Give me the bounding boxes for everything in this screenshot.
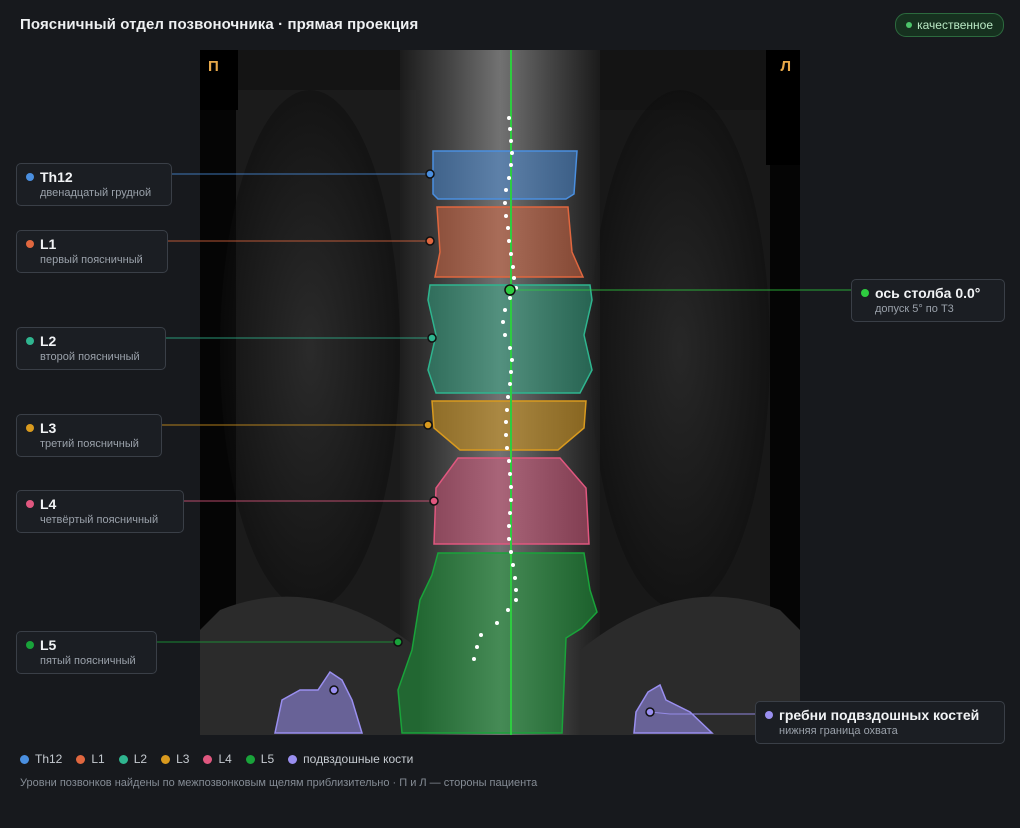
quality-label: качественное: [917, 18, 993, 32]
status-dot-icon: [906, 22, 913, 28]
l5-dot-icon: [26, 641, 34, 649]
ilium-name: гребни подвздошных костей: [779, 707, 980, 723]
legend-label: подвздошные кости: [303, 752, 414, 766]
ilium-legend-dot-icon: [288, 754, 298, 764]
xray-image: [200, 50, 800, 735]
callout-l4[interactable]: L4 четвёртый поясничный: [16, 490, 184, 533]
th12-legend-dot-icon: [20, 754, 29, 764]
l2-name: L2: [40, 333, 57, 349]
legend-item-l5[interactable]: L5: [245, 752, 275, 766]
legend-item-l1[interactable]: L1: [76, 752, 105, 766]
l1-name: L1: [40, 236, 57, 252]
l4-legend-dot-icon: [203, 754, 213, 764]
th12-dot-icon: [26, 173, 34, 181]
th12-desc: двенадцатый грудной: [40, 187, 152, 199]
callout-th12[interactable]: Th12 двенадцатый грудной: [16, 163, 172, 206]
footnote: Уровни позвонков найдены по межпозвонков…: [20, 777, 538, 789]
callout-l2[interactable]: L2 второй поясничный: [16, 327, 166, 370]
quality-badge: качественное: [895, 13, 1004, 37]
side-marker-left: Л: [780, 58, 791, 75]
l3-name: L3: [40, 420, 57, 436]
xray-viewer[interactable]: П Л: [200, 50, 800, 735]
callout-axis[interactable]: ось столба 0.0° допуск 5° по T3: [851, 279, 1005, 322]
l1-dot-icon: [26, 240, 34, 248]
axis-desc: допуск 5° по T3: [875, 303, 954, 315]
l1-desc: первый поясничный: [40, 254, 143, 266]
legend-label: L5: [260, 752, 275, 766]
l2-dot-icon: [26, 337, 34, 345]
legend-item-l3[interactable]: L3: [161, 752, 189, 766]
l3-legend-dot-icon: [161, 754, 171, 764]
th12-name: Th12: [40, 169, 73, 185]
legend-item-ilium[interactable]: подвздошные кости: [288, 752, 413, 766]
l4-dot-icon: [26, 500, 34, 508]
legend-label: Th12: [35, 752, 63, 766]
ilium-dot-icon: [765, 711, 773, 719]
axis-dot-icon: [861, 289, 869, 297]
legend-label: L1: [91, 752, 105, 766]
callout-ilium[interactable]: гребни подвздошных костей нижняя граница…: [755, 701, 1005, 744]
legend-label: L2: [133, 752, 148, 766]
legend-item-th12[interactable]: Th12: [20, 752, 62, 766]
side-marker-right: П: [208, 58, 219, 75]
l3-dot-icon: [26, 424, 34, 432]
l3-desc: третий поясничный: [40, 438, 139, 450]
l5-legend-dot-icon: [245, 754, 255, 764]
legend: Th12 L1 L2 L3 L4 L5 подвздошные кости: [20, 752, 413, 766]
l1-legend-dot-icon: [76, 754, 86, 764]
l4-desc: четвёртый поясничный: [40, 514, 159, 526]
callout-l5[interactable]: L5 пятый поясничный: [16, 631, 157, 674]
l5-name: L5: [40, 637, 57, 653]
l4-name: L4: [40, 496, 57, 512]
legend-label: L3: [176, 752, 190, 766]
l2-desc: второй поясничный: [40, 351, 140, 363]
page-title: Поясничный отдел позвоночника · прямая п…: [20, 16, 419, 33]
l2-legend-dot-icon: [118, 754, 128, 764]
legend-item-l4[interactable]: L4: [203, 752, 232, 766]
legend-label: L4: [218, 752, 232, 766]
axis-name: ось столба 0.0°: [875, 285, 981, 301]
legend-item-l2[interactable]: L2: [118, 752, 148, 766]
l5-desc: пятый поясничный: [40, 655, 136, 667]
ilium-desc: нижняя граница охвата: [779, 725, 898, 737]
callout-l3[interactable]: L3 третий поясничный: [16, 414, 162, 457]
callout-l1[interactable]: L1 первый поясничный: [16, 230, 168, 273]
